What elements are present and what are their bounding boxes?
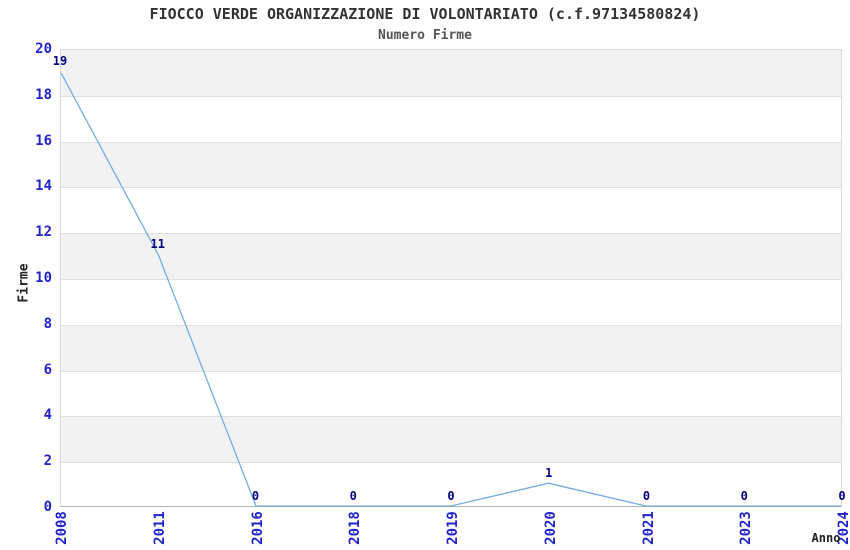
x-tick-label: 2021 bbox=[640, 511, 657, 545]
x-tick-label: 2016 bbox=[249, 511, 266, 545]
data-label: 11 bbox=[150, 237, 165, 252]
x-tick-label: 2023 bbox=[738, 511, 755, 545]
y-tick-label: 16 bbox=[35, 132, 52, 149]
y-axis-title: Firme bbox=[16, 263, 32, 303]
numero-firme-chart: FIOCCO VERDE ORGANIZZAZIONE DI VOLONTARI… bbox=[0, 0, 850, 550]
y-tick-label: 20 bbox=[35, 41, 52, 57]
x-tick-label: 2019 bbox=[445, 511, 461, 545]
y-tick-label: 2 bbox=[43, 453, 52, 470]
y-tick-label: 0 bbox=[43, 499, 52, 515]
data-label: 0 bbox=[251, 489, 260, 503]
data-label: 0 bbox=[447, 489, 455, 503]
data-label: 0 bbox=[642, 489, 651, 503]
y-tick-label: 8 bbox=[43, 315, 52, 332]
x-tick-label: 2020 bbox=[542, 511, 559, 545]
y-tick-label: 12 bbox=[35, 224, 52, 241]
x-axis-title: Anno bbox=[811, 531, 841, 545]
data-label: 19 bbox=[52, 53, 68, 68]
plot-area bbox=[60, 49, 842, 507]
y-tick-label: 14 bbox=[35, 178, 52, 195]
x-tick-label: 2008 bbox=[54, 511, 70, 545]
series-line bbox=[60, 72, 841, 507]
y-tick-label: 18 bbox=[35, 86, 52, 103]
data-label: 0 bbox=[740, 489, 748, 503]
chart-subtitle: Numero Firme bbox=[378, 28, 472, 43]
data-label: 1 bbox=[545, 466, 553, 481]
chart-title: FIOCCO VERDE ORGANIZZAZIONE DI VOLONTARI… bbox=[149, 5, 701, 23]
x-tick-label: 2011 bbox=[151, 511, 168, 545]
plot-svg bbox=[60, 72, 841, 507]
y-tick-label: 6 bbox=[43, 361, 52, 378]
x-tick-label: 2018 bbox=[347, 511, 364, 545]
data-label: 0 bbox=[349, 489, 357, 503]
data-label: 0 bbox=[838, 489, 846, 503]
y-tick-label: 4 bbox=[43, 407, 52, 424]
